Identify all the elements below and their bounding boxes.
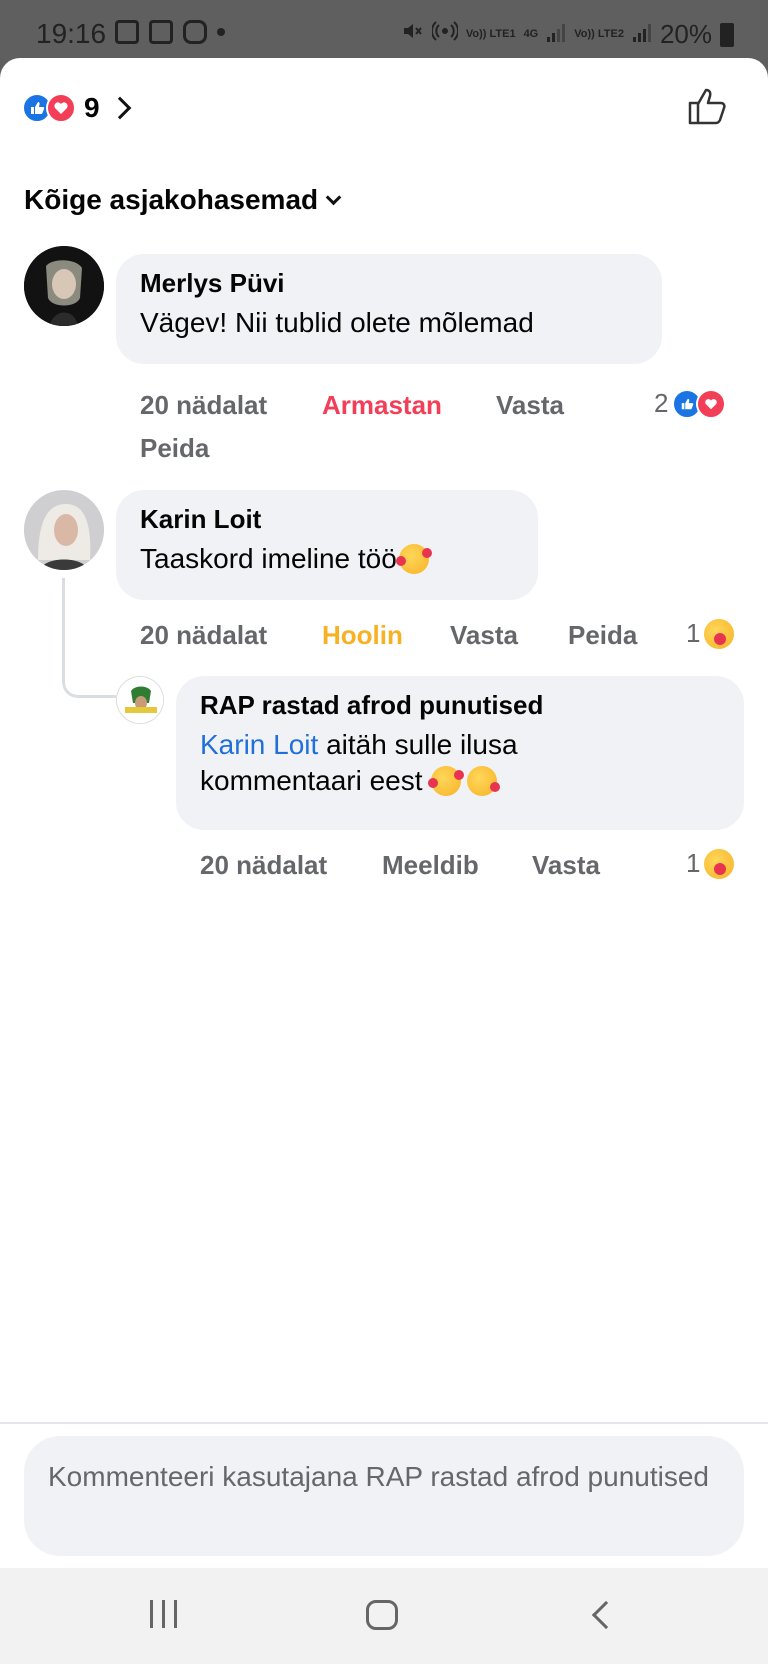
comment-reactions[interactable]: 2 [654, 388, 727, 419]
reaction-button[interactable]: Hoolin [322, 620, 403, 651]
status-bar: 19:16 Vo)) LTE1 4G Vo)) LTE2 20% [0, 0, 768, 58]
battery-icon [720, 22, 734, 47]
volte-lte2-icon: Vo)) LTE2 [574, 28, 624, 40]
reactions-summary[interactable]: 9 [22, 92, 131, 124]
smiling-face-with-hearts-icon [427, 766, 464, 796]
avatar[interactable] [24, 490, 104, 570]
battery-text: 20% [659, 19, 712, 49]
like-button[interactable]: Meeldib [382, 850, 479, 881]
chevron-right-icon [108, 96, 131, 120]
comment-time: 20 nädalat [140, 620, 268, 650]
comment-input[interactable]: Kommenteeri kasutajana RAP rastad afrod … [24, 1436, 744, 1556]
face-blowing-kiss-icon [466, 766, 500, 796]
comment-bubble[interactable]: Merlys Püvi Vägev! Nii tublid olete mõle… [116, 254, 662, 364]
volte-lte1-icon: Vo)) LTE1 [465, 28, 516, 40]
video-icon [149, 20, 173, 44]
reply-button[interactable]: Vasta [532, 850, 600, 881]
status-time: 19:16 [36, 18, 107, 49]
love-reaction-icon [696, 388, 727, 419]
comment-reaction-count: 1 [686, 618, 701, 648]
comment-reaction-count: 2 [654, 388, 669, 418]
comments-sheet: 9 Kõige asjakohasemad Merlys Püvi Vägev!… [0, 58, 768, 1568]
reply-text: kommentaari eest [200, 765, 423, 796]
comment-text: Taaskord imeline töö [140, 543, 397, 574]
comment-author[interactable]: Karin Loit [140, 504, 514, 535]
sort-label: Kõige asjakohasemad [24, 184, 319, 215]
hide-button[interactable]: Peida [568, 620, 637, 651]
comment-reactions[interactable]: 1 [686, 618, 735, 649]
home-button[interactable] [366, 1600, 398, 1630]
sort-dropdown[interactable]: Kõige asjakohasemad [24, 184, 342, 216]
recent-apps-button[interactable] [150, 1600, 177, 1628]
reply-reactions[interactable]: 1 [686, 848, 735, 879]
comment-text: Vägev! Nii tublid olete mõlemad [140, 307, 534, 338]
comment-text-row: Taaskord imeline töö [140, 541, 514, 577]
reply-button[interactable]: Vasta [450, 620, 518, 651]
reply-time: 20 nädalat [200, 850, 328, 880]
smiling-face-with-hearts-icon [395, 544, 432, 574]
reply-author[interactable]: RAP rastad afrod punutised [200, 690, 720, 721]
reply-reaction-count: 1 [686, 848, 701, 878]
mute-icon [400, 19, 424, 50]
chevron-down-icon [325, 189, 342, 205]
reply-thread-line [62, 578, 116, 698]
reply-text-line1: Karin Loit aitäh sulle ilusa [200, 727, 720, 763]
avatar[interactable] [24, 246, 104, 326]
back-button[interactable] [591, 1600, 621, 1630]
status-right-icons: Vo)) LTE1 4G Vo)) LTE2 20% [400, 18, 734, 51]
reply-bubble[interactable]: RAP rastad afrod punutised Karin Loit ai… [176, 676, 744, 830]
comment-time: 20 nädalat [140, 390, 268, 420]
care-reaction-icon [704, 618, 735, 649]
signal-icon [632, 19, 652, 50]
dot-icon [217, 28, 225, 36]
reply-button[interactable]: Vasta [496, 390, 564, 421]
reaction-button[interactable]: Armastan [322, 390, 442, 421]
hotspot-icon [430, 18, 459, 51]
composer-divider [0, 1422, 768, 1424]
reaction-count: 9 [84, 92, 100, 123]
comment-author[interactable]: Merlys Püvi [140, 268, 638, 299]
gallery-icon [115, 20, 139, 44]
thumbs-up-icon [688, 88, 726, 125]
mention-link[interactable]: Karin Loit [200, 729, 318, 760]
avatar[interactable] [116, 676, 164, 724]
signal-icon [546, 19, 566, 50]
love-reaction-icon [46, 93, 76, 123]
4g-icon: 4G [523, 28, 539, 40]
like-post-button[interactable] [686, 84, 730, 133]
hide-button[interactable]: Peida [140, 433, 209, 464]
care-reaction-icon [704, 848, 735, 879]
reply-text: aitäh sulle ilusa [318, 729, 518, 760]
reply-text-line2: kommentaari eest [200, 763, 720, 799]
navigation-bar [0, 1568, 768, 1664]
status-left-icons [115, 20, 225, 44]
comment-bubble[interactable]: Karin Loit Taaskord imeline töö [116, 490, 538, 600]
instagram-icon [183, 20, 207, 44]
